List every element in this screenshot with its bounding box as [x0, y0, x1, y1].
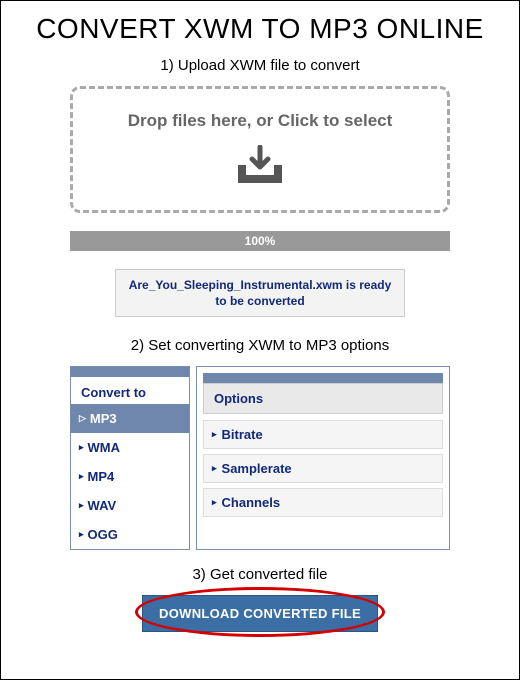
format-label: WAV — [88, 498, 117, 513]
triangle-right-icon: ▸ — [212, 498, 217, 507]
format-item-mp3[interactable]: ▷ MP3 — [71, 404, 189, 433]
file-status-message: Are_You_Sleeping_Instrumental.xwm is rea… — [115, 269, 405, 317]
upload-progress-bar: 100% — [70, 231, 450, 251]
triangle-right-icon: ▸ — [79, 472, 84, 481]
file-dropzone[interactable]: Drop files here, or Click to select — [70, 86, 450, 213]
upload-tray-icon — [230, 145, 290, 194]
option-row-samplerate[interactable]: ▸ Samplerate — [203, 454, 443, 483]
page-title: CONVERT XWM TO MP3 ONLINE — [15, 13, 505, 45]
format-label: MP3 — [90, 411, 117, 426]
format-item-mp4[interactable]: ▸ MP4 — [71, 462, 189, 491]
options-panel: Options ▸ Bitrate ▸ Samplerate ▸ Channels — [196, 366, 450, 550]
format-label: MP4 — [88, 469, 115, 484]
download-button[interactable]: DOWNLOAD CONVERTED FILE — [142, 595, 378, 632]
triangle-right-icon: ▸ — [212, 464, 217, 473]
triangle-right-icon: ▸ — [79, 530, 84, 539]
option-label: Samplerate — [222, 461, 292, 476]
triangle-right-icon: ▸ — [79, 501, 84, 510]
triangle-right-icon: ▷ — [79, 414, 86, 423]
format-item-wma[interactable]: ▸ WMA — [71, 433, 189, 462]
triangle-right-icon: ▸ — [79, 443, 84, 452]
step-2-label: 2) Set converting XWM to MP3 options — [15, 337, 505, 354]
option-label: Channels — [222, 495, 281, 510]
format-item-ogg[interactable]: ▸ OGG — [71, 520, 189, 549]
format-label: WMA — [88, 440, 121, 455]
format-panel-header — [71, 367, 189, 377]
option-label: Bitrate — [222, 427, 263, 442]
options-header: Options — [203, 383, 443, 414]
options-panel-header — [203, 373, 443, 383]
option-row-channels[interactable]: ▸ Channels — [203, 488, 443, 517]
step-3-label: 3) Get converted file — [15, 566, 505, 583]
format-label: OGG — [88, 527, 118, 542]
step-1-label: 1) Upload XWM file to convert — [15, 57, 505, 74]
format-panel: Convert to ▷ MP3 ▸ WMA ▸ MP4 ▸ WAV ▸ OGG — [70, 366, 190, 550]
option-row-bitrate[interactable]: ▸ Bitrate — [203, 420, 443, 449]
formats-title: Convert to — [71, 377, 189, 404]
dropzone-text: Drop files here, or Click to select — [83, 111, 437, 131]
format-item-wav[interactable]: ▸ WAV — [71, 491, 189, 520]
triangle-right-icon: ▸ — [212, 430, 217, 439]
